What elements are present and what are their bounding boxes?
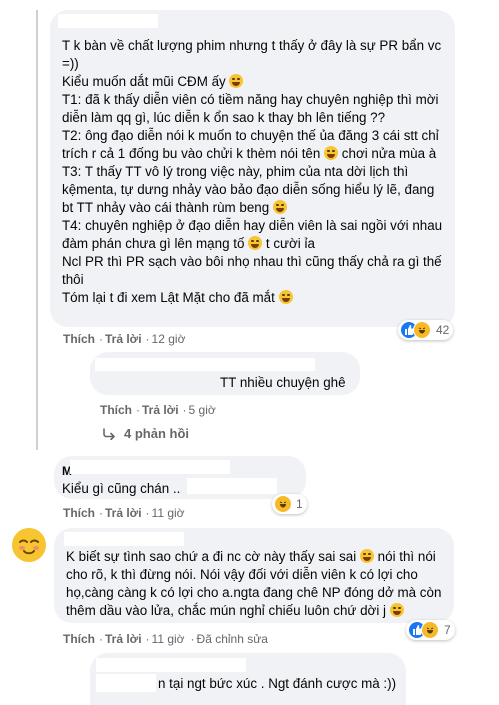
comment-actions: Thích · Trả lời · 12 giờ bbox=[63, 332, 186, 346]
reply-arrow-icon bbox=[103, 427, 115, 440]
reply-text: n tại ngt bức xúc . Ngt đánh cược mà :)) bbox=[158, 676, 397, 691]
haha-icon bbox=[274, 495, 292, 513]
redacted-author bbox=[64, 532, 184, 546]
reaction-count: 1 bbox=[296, 497, 303, 511]
redacted-author bbox=[95, 358, 315, 371]
redacted-text bbox=[96, 674, 156, 692]
redacted-author bbox=[58, 14, 158, 28]
grinning-emoji-icon bbox=[248, 236, 263, 250]
reaction-count: 7 bbox=[444, 623, 451, 637]
haha-icon bbox=[413, 321, 431, 339]
reply-actions: Thích · Trả lời · 5 giờ bbox=[100, 403, 216, 417]
reaction-summary[interactable]: 42 bbox=[398, 320, 454, 340]
reply-text: TT nhiều chuyện ghê bbox=[220, 375, 346, 390]
grinning-emoji-icon bbox=[278, 290, 293, 304]
comment-actions: Thích · Trả lời · 11 giờ · Đã chỉnh sửa bbox=[63, 632, 268, 646]
reaction-count: 42 bbox=[436, 323, 450, 337]
reply-button[interactable]: Trả lời bbox=[105, 332, 142, 346]
reply-button[interactable]: Trả lời bbox=[105, 632, 142, 646]
haha-icon bbox=[421, 621, 439, 639]
comment-text: Kiểu gì cũng chán .. bbox=[62, 481, 181, 496]
view-replies-link[interactable]: 4 phản hồi bbox=[102, 426, 189, 441]
like-button[interactable]: Thích bbox=[63, 332, 95, 346]
grinning-emoji-icon bbox=[389, 603, 404, 617]
reaction-summary[interactable]: 1 bbox=[272, 494, 307, 514]
reaction-summary[interactable]: 7 bbox=[406, 620, 455, 640]
reply-button[interactable]: Trả lời bbox=[142, 403, 179, 417]
smiling-face-avatar-icon bbox=[12, 528, 46, 562]
comment-text: T k bàn về chất lượng phim nhưng t thấy … bbox=[62, 38, 446, 305]
avatar[interactable] bbox=[12, 528, 46, 562]
redacted-text bbox=[187, 478, 277, 494]
grinning-emoji-icon bbox=[229, 74, 244, 88]
like-button[interactable]: Thích bbox=[63, 506, 95, 520]
grinning-emoji-icon bbox=[324, 146, 339, 160]
comment-text: K biết sự tình sao chứ a đi nc cờ này th… bbox=[66, 549, 446, 618]
comment-actions: Thích · Trả lời · 11 giờ bbox=[63, 506, 185, 520]
redacted-author bbox=[70, 460, 230, 474]
thread-line bbox=[36, 10, 38, 450]
reply-button[interactable]: Trả lời bbox=[105, 506, 142, 520]
comment-bubble: T k bàn về chất lượng phim nhưng t thấy … bbox=[50, 10, 455, 327]
edited-label: Đã chỉnh sửa bbox=[196, 632, 268, 646]
like-button[interactable]: Thích bbox=[63, 632, 95, 646]
timestamp[interactable]: 11 giờ bbox=[152, 632, 185, 646]
timestamp[interactable]: 11 giờ bbox=[152, 506, 185, 520]
grinning-emoji-icon bbox=[272, 200, 287, 214]
timestamp[interactable]: 12 giờ bbox=[152, 332, 186, 346]
like-button[interactable]: Thích bbox=[100, 403, 132, 417]
timestamp[interactable]: 5 giờ bbox=[189, 403, 216, 417]
grinning-emoji-icon bbox=[359, 549, 374, 563]
redacted-author bbox=[96, 658, 246, 672]
